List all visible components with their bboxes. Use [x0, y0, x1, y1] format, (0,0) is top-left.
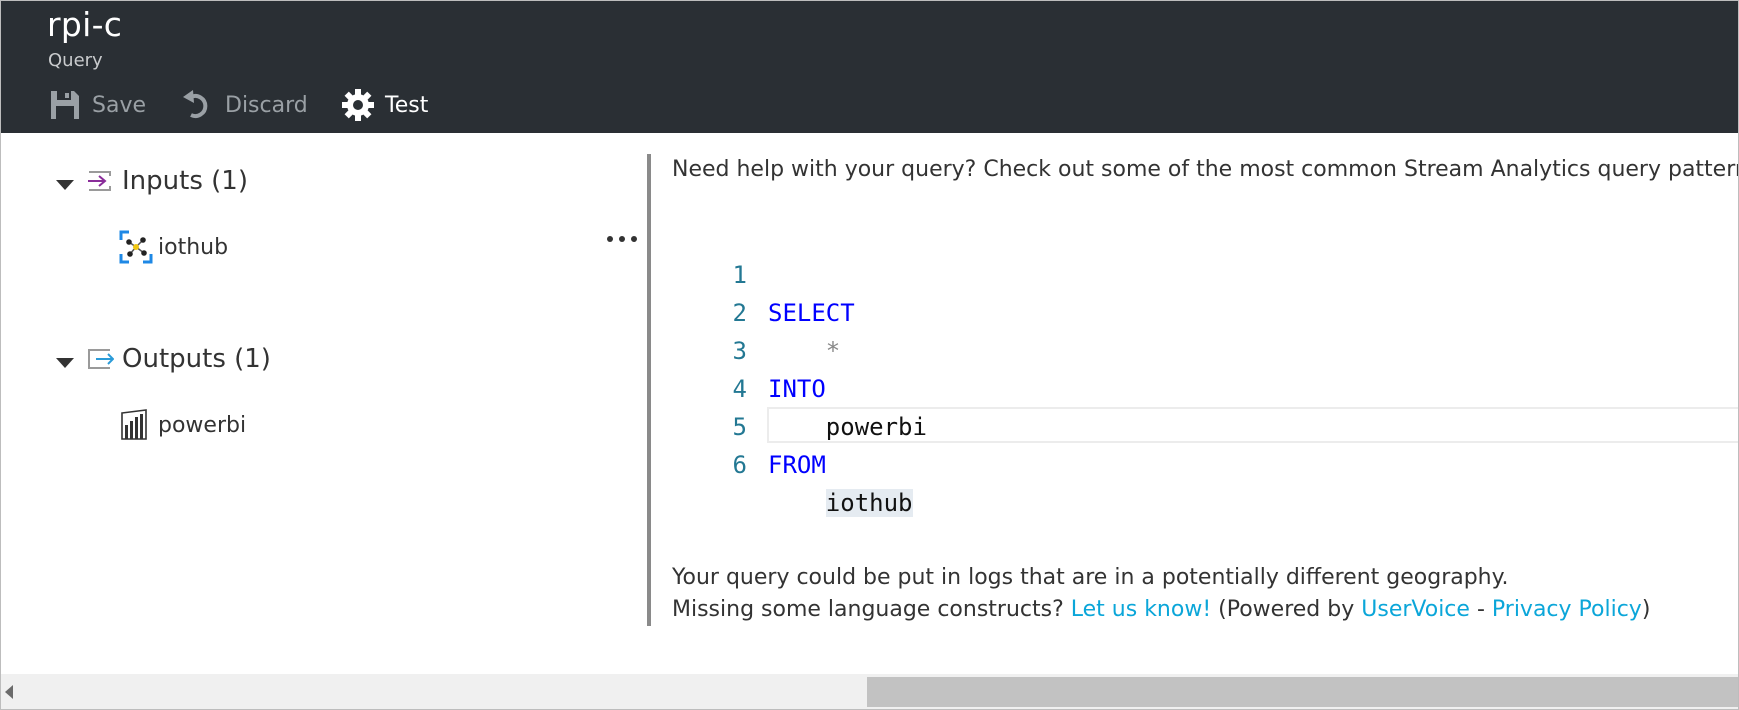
selected-word-highlight: iothub [825, 489, 913, 517]
code-text: iothub [768, 484, 913, 522]
input-icon [86, 167, 114, 195]
outputs-group-label: Outputs (1) [122, 344, 271, 374]
save-button[interactable]: Save [48, 87, 146, 123]
blade-header: rpi-c Query Save Discard Test [1, 1, 1738, 133]
output-icon [86, 345, 115, 373]
chevron-down-icon[interactable] [56, 180, 74, 190]
code-line: 5 FROM [701, 370, 1738, 479]
tree-item-powerbi-label: powerbi [158, 412, 247, 438]
geography-notice: Your query could be put in logs that are… [672, 565, 1509, 590]
discard-button[interactable]: Discard [181, 87, 308, 123]
save-label: Save [92, 92, 147, 118]
horizontal-scrollbar[interactable] [1, 674, 1738, 709]
discard-label: Discard [225, 92, 308, 118]
code-line: 6 iothub [701, 408, 1738, 517]
closing-paren: ) [1641, 597, 1651, 622]
discard-icon [181, 88, 215, 122]
code-line: 2 * [701, 256, 1738, 365]
query-editor[interactable]: 1 SELECT 2 * 3 INTO 4 powerbi 5 FROM 6 i… [701, 218, 1738, 517]
query-help-text: Need help with your query? Check out som… [672, 157, 1739, 182]
code-line: 3 INTO [701, 294, 1738, 403]
save-icon [48, 88, 82, 122]
let-us-know-link[interactable]: Let us know! [1071, 597, 1211, 622]
test-button[interactable]: Test [341, 87, 428, 123]
gear-icon [341, 88, 375, 122]
query-help-message: Need help with your query? Check out som… [672, 157, 1739, 182]
tree-item-iothub-label: iothub [158, 234, 229, 260]
inputs-outputs-tree: Inputs (1) iothub Outputs (1) powerbi [1, 133, 646, 633]
tree-item-powerbi[interactable]: powerbi [119, 407, 246, 443]
scrollbar-thumb[interactable] [867, 677, 1738, 707]
outputs-group-header[interactable]: Outputs (1) [56, 341, 271, 377]
dash-separator: - [1469, 597, 1492, 622]
tree-item-iothub[interactable]: iothub [119, 229, 228, 265]
privacy-policy-link[interactable]: Privacy Policy [1492, 597, 1642, 622]
line-number: 6 [732, 451, 747, 479]
code-line: 4 powerbi [701, 332, 1738, 441]
feedback-line: Missing some language constructs? Let us… [672, 597, 1650, 622]
query-blade: rpi-c Query Save Discard Test Inputs (1)… [0, 0, 1739, 710]
inputs-group-header[interactable]: Inputs (1) [56, 163, 248, 199]
blade-title: rpi-c [47, 5, 123, 44]
iothub-icon [119, 230, 153, 264]
inputs-group-label: Inputs (1) [122, 166, 248, 196]
pane-splitter[interactable] [647, 154, 651, 626]
chevron-down-icon[interactable] [56, 358, 74, 368]
powered-by-text: (Powered by [1211, 597, 1362, 622]
uservoice-link[interactable]: UserVoice [1361, 597, 1470, 622]
blade-subtitle: Query [48, 50, 103, 71]
ellipsis-icon[interactable] [604, 230, 640, 242]
code-line: 1 SELECT [701, 218, 1738, 327]
test-label: Test [385, 92, 429, 118]
feedback-prefix: Missing some language constructs? [672, 597, 1071, 622]
scroll-left-arrow-icon[interactable] [5, 685, 13, 699]
powerbi-icon [119, 408, 153, 442]
